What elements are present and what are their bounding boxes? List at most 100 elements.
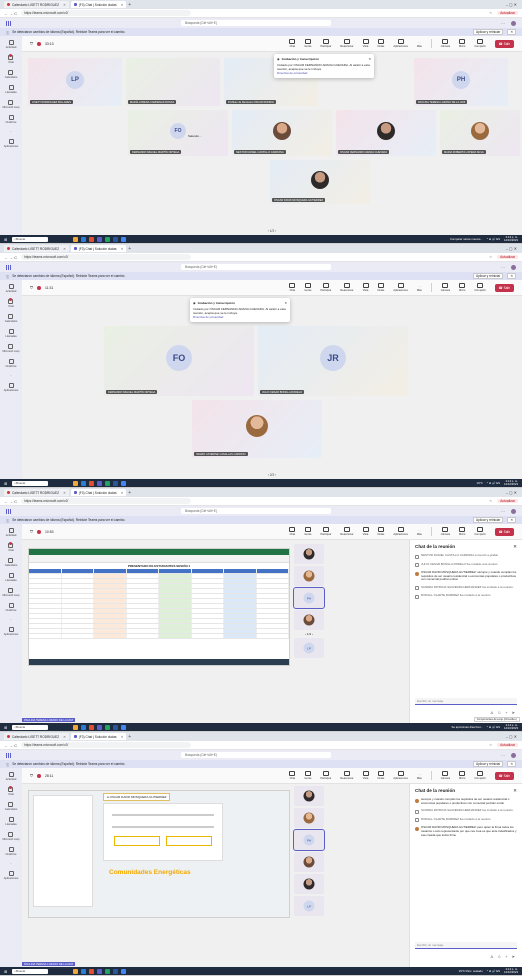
self-thumb[interactable]: LP bbox=[294, 638, 324, 658]
teams-icon[interactable] bbox=[97, 480, 103, 486]
browser-tab-calendar[interactable]: Calendario LISETT RODRIGUEZ ✕ bbox=[4, 1, 69, 8]
excel-icon[interactable] bbox=[105, 236, 111, 242]
close-icon[interactable]: ✕ bbox=[121, 735, 124, 739]
taskbar-search[interactable]: ⌕ Buscar bbox=[12, 480, 49, 486]
tray-notice[interactable]: Se aproximan días lluvi... bbox=[452, 725, 483, 729]
clock[interactable]: 2:14 p. m. 14/10/2023 bbox=[504, 480, 518, 486]
rail-more[interactable]: ··· bbox=[10, 862, 13, 865]
rail-chat[interactable]: Chat bbox=[8, 298, 14, 308]
participant-thumb[interactable] bbox=[294, 808, 324, 828]
office-icon[interactable] bbox=[89, 480, 95, 486]
participant-tile[interactable]: NESTOR DANIEL CASTILLO CARDONA bbox=[232, 110, 332, 156]
rail-calendar[interactable]: Calendario bbox=[5, 558, 17, 567]
word-icon[interactable] bbox=[113, 236, 119, 242]
share-button[interactable]: Compartir bbox=[474, 39, 486, 48]
chat-input[interactable]: Escribir un mensaje bbox=[415, 942, 517, 949]
chat-button[interactable]: Chat bbox=[289, 771, 296, 780]
teams-icon[interactable] bbox=[97, 724, 103, 730]
star-icon[interactable]: ☆ bbox=[489, 11, 492, 15]
rail-loop[interactable]: Microsoft Loop bbox=[2, 100, 20, 109]
chrome-icon[interactable] bbox=[121, 480, 127, 486]
rail-loop[interactable]: Microsoft Loop bbox=[2, 344, 20, 353]
participant-thumb[interactable]: PH bbox=[293, 587, 325, 609]
weather-widget[interactable]: 19°C Parc. soleado bbox=[459, 969, 483, 973]
tray-icons[interactable]: ^ ⊕ 🔊 ES bbox=[487, 481, 500, 485]
teams-search-input[interactable]: Búsqueda (Ctrl+Alt+E) bbox=[181, 264, 331, 270]
format-icon[interactable]: A bbox=[491, 710, 494, 715]
emoji-icon[interactable]: ☺ bbox=[497, 954, 501, 959]
react-button[interactable]: Reaccionar bbox=[340, 771, 354, 780]
chrome-icon[interactable] bbox=[121, 724, 127, 730]
react-button[interactable]: Reaccionar bbox=[340, 527, 354, 536]
nav-buttons[interactable]: ← → C bbox=[4, 11, 17, 16]
mic-button[interactable]: Micro bbox=[459, 527, 465, 536]
chrome-icon[interactable] bbox=[121, 968, 127, 974]
notes-button[interactable]: Notas bbox=[378, 39, 384, 48]
url-field[interactable]: https://teams.microsoft.com/v2/ bbox=[21, 498, 192, 504]
taskbar-search[interactable]: ⌕ Buscar bbox=[12, 724, 49, 730]
chrome-icon[interactable] bbox=[121, 236, 127, 242]
rail-activity[interactable]: Actividad bbox=[6, 772, 16, 781]
attach-icon[interactable]: + bbox=[505, 954, 507, 959]
dismiss-button[interactable]: ✕ bbox=[507, 273, 516, 279]
weather-widget[interactable]: 19°C bbox=[477, 481, 483, 485]
edge-icon[interactable] bbox=[81, 236, 87, 242]
browser-tab-calendar[interactable]: Calendario LISETT RODRIGUEZ ✕ bbox=[4, 489, 69, 496]
nav-buttons[interactable]: ← → C bbox=[4, 743, 17, 748]
rail-apps[interactable]: Aplicaciones bbox=[4, 871, 18, 880]
leave-button[interactable]: ☎ Salir bbox=[494, 528, 514, 536]
share-button[interactable]: Compartir bbox=[474, 527, 486, 536]
raise-hand-button[interactable]: Participar bbox=[320, 283, 331, 292]
participant-tile[interactable]: LP LISETT RODRIGUEZ PALLARES bbox=[28, 58, 122, 106]
rail-activity[interactable]: Actividad bbox=[6, 284, 16, 293]
people-button[interactable]: Gente bbox=[304, 283, 311, 292]
share-button[interactable]: Compartir bbox=[474, 771, 486, 780]
react-button[interactable]: Reaccionar bbox=[340, 39, 354, 48]
people-button[interactable]: Gente bbox=[304, 39, 311, 48]
folder-icon[interactable] bbox=[73, 480, 79, 486]
privacy-link[interactable]: Directiva de privacidad bbox=[193, 315, 223, 319]
apply-restart-button[interactable]: Aplicar y reiniciar bbox=[473, 517, 504, 523]
close-icon[interactable]: ✕ bbox=[63, 735, 66, 739]
windows-icon[interactable]: ⊞ bbox=[4, 481, 7, 486]
browser-tab-calendar[interactable]: Calendario LISETT RODRIGUEZ ✕ bbox=[4, 245, 69, 252]
close-icon[interactable]: ✕ bbox=[121, 247, 124, 251]
more-icon[interactable]: ··· bbox=[501, 21, 505, 26]
avatar[interactable] bbox=[511, 20, 516, 26]
close-icon[interactable]: ✕ bbox=[121, 491, 124, 495]
mic-button[interactable]: Micro bbox=[459, 771, 465, 780]
rail-pager[interactable]: ‹ 1/4 › bbox=[294, 632, 324, 636]
folder-icon[interactable] bbox=[73, 236, 79, 242]
folder-icon[interactable] bbox=[73, 724, 79, 730]
dismiss-button[interactable]: ✕ bbox=[507, 29, 516, 35]
notes-button[interactable]: Notas bbox=[378, 283, 384, 292]
windows-icon[interactable]: ⊞ bbox=[4, 969, 7, 974]
view-button[interactable]: Vista bbox=[362, 39, 369, 48]
more-button[interactable]: ··· Más bbox=[417, 529, 422, 536]
notes-button[interactable]: Notas bbox=[378, 771, 384, 780]
tray-notice[interactable]: Comparar varios nuevos... bbox=[450, 237, 483, 241]
rail-calendar[interactable]: Calendario bbox=[5, 802, 17, 811]
close-icon[interactable]: ✕ bbox=[513, 788, 517, 794]
gallery-pager[interactable]: ‹ 1/2 › bbox=[268, 229, 276, 233]
browser-tab-teams[interactable]: (F3) Chat | Solución dudas ✕ bbox=[70, 1, 127, 8]
update-button[interactable]: Actualizar bbox=[497, 255, 518, 259]
star-icon[interactable]: ☆ bbox=[489, 255, 492, 259]
word-icon[interactable] bbox=[113, 724, 119, 730]
attach-icon[interactable]: + bbox=[505, 710, 507, 715]
share-button[interactable]: Compartir bbox=[474, 283, 486, 292]
rail-apps[interactable]: Aplicaciones bbox=[4, 383, 18, 392]
close-icon[interactable]: ✕ bbox=[121, 3, 124, 7]
rail-chat[interactable]: Chat bbox=[8, 54, 14, 64]
leave-button[interactable]: ☎ Salir bbox=[494, 284, 514, 292]
camera-button[interactable]: Cámara bbox=[441, 283, 450, 292]
participant-tile[interactable]: PH PAULINA TERESA LOZANO DE LA HOZ bbox=[414, 58, 508, 106]
teams-icon[interactable] bbox=[97, 968, 103, 974]
participant-thumb[interactable] bbox=[294, 610, 324, 630]
dismiss-button[interactable]: ✕ bbox=[507, 517, 516, 523]
apps-button[interactable]: Aplicaciones bbox=[393, 283, 408, 292]
gallery-pager[interactable]: ‹ 2/2 › bbox=[268, 473, 276, 477]
rail-onedrive[interactable]: OneDrive bbox=[6, 603, 16, 612]
raise-hand-button[interactable]: Participar bbox=[320, 39, 331, 48]
clock[interactable]: 2:14 p. m. 14/10/2023 bbox=[504, 236, 518, 242]
